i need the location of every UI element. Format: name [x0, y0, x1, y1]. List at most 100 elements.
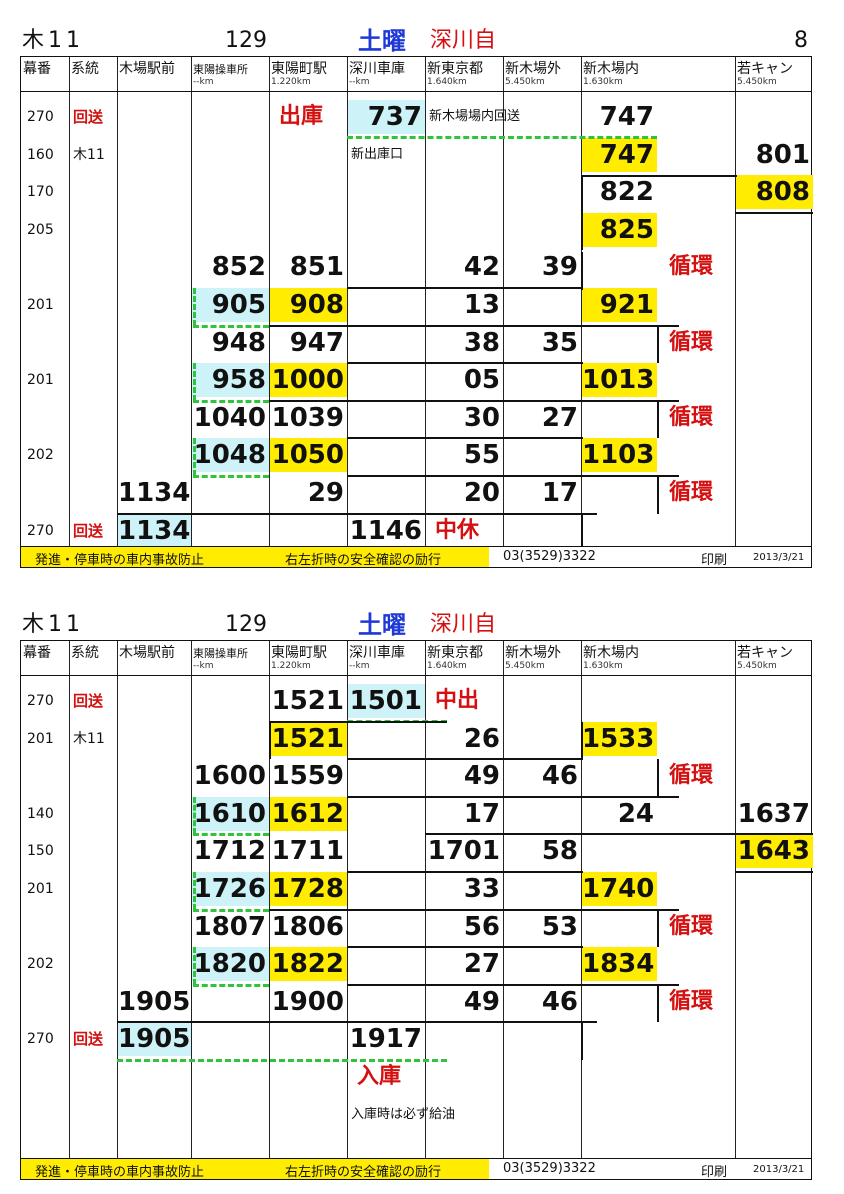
- route-line: [269, 908, 679, 911]
- time-cell: 747: [582, 137, 657, 172]
- transfer-dash: [193, 908, 269, 912]
- time-cell: 35: [541, 327, 578, 358]
- column-divider: [117, 641, 118, 1179]
- note-text: 新出庫口: [351, 146, 404, 162]
- loop-label: 循環: [669, 404, 714, 430]
- route-code: 150: [27, 843, 54, 860]
- column-distance: 1.630km: [583, 661, 623, 671]
- route-line: [347, 437, 583, 440]
- loop-label: 循環: [669, 988, 714, 1014]
- route-line: [347, 362, 583, 365]
- time-cell: 801: [755, 139, 810, 170]
- time-cell: 20: [463, 478, 500, 508]
- print-label: 印刷: [701, 1165, 728, 1180]
- time-cell: 1807: [193, 911, 266, 942]
- timetable-grid: 幕番 系統 木場駅前 東陽操車所 --km 東陽町駅 1.220km 深川車庫 --km 新東京都…: [20, 640, 813, 1180]
- time-cell: 46: [541, 986, 578, 1017]
- duty-number: 129: [225, 612, 267, 637]
- time-cell: 1711: [271, 836, 344, 867]
- time-cell: 1712: [193, 836, 266, 867]
- time-cell: 58: [541, 836, 578, 867]
- column-distance: --km: [193, 661, 214, 671]
- route-line: [117, 1021, 597, 1024]
- time-cell: 13: [463, 290, 500, 320]
- transfer-dash: [193, 833, 269, 837]
- route-line: [347, 983, 679, 986]
- route-line: [347, 475, 679, 477]
- time-cell: 851: [289, 252, 344, 283]
- column-header: 深川車庫: [349, 61, 405, 77]
- time-cell: 1820: [192, 947, 269, 982]
- transfer-dash: [193, 324, 269, 328]
- note-text: 入庫時は必ず給油: [351, 1106, 456, 1122]
- time-cell: 1822: [270, 947, 347, 982]
- time-cell: 1103: [582, 438, 657, 473]
- time-cell: 1521: [271, 686, 344, 716]
- route-code: 270: [27, 109, 54, 125]
- time-cell: 27: [541, 402, 578, 433]
- time-cell: 30: [463, 402, 500, 433]
- route-system: 回送: [73, 108, 104, 126]
- route-system: 木11: [73, 146, 105, 163]
- loop-label: 循環: [669, 254, 714, 280]
- route-line: [657, 476, 659, 514]
- time-cell: 55: [463, 440, 500, 471]
- route-system: 木11: [73, 730, 105, 747]
- loop-label: 循環: [669, 480, 714, 505]
- time-cell: 1905: [118, 1022, 191, 1057]
- time-cell: 53: [541, 911, 578, 942]
- column-header: 幕番: [23, 645, 51, 661]
- route-line: [657, 759, 659, 797]
- time-cell: 1039: [271, 402, 344, 433]
- route-line: [269, 720, 447, 723]
- time-cell: 1048: [192, 438, 269, 473]
- route-line: [581, 1022, 583, 1060]
- transfer-dash: [193, 983, 269, 987]
- route-line: [347, 871, 583, 873]
- column-header: 系統: [71, 61, 99, 77]
- safety-slogan-1: 発進・停車時の車内事故防止: [35, 1165, 205, 1180]
- time-cell: 05: [463, 365, 500, 396]
- column-header-row: 幕番 系統 木場駅前 東陽操車所 --km 東陽町駅 1.220km 深川車庫 --km 新東京都…: [21, 57, 811, 92]
- column-distance: 5.450km: [505, 661, 545, 671]
- depot-name: 深川自: [430, 612, 497, 637]
- route-line: [269, 399, 679, 402]
- time-cell: 1000: [270, 363, 347, 398]
- column-header: 東陽町駅: [271, 645, 327, 661]
- route-system: 回送: [73, 521, 104, 540]
- transfer-dash: [193, 475, 269, 478]
- print-date: 2013/3/21: [753, 552, 805, 563]
- footer-bar: 発進・停車時の車内事故防止 右左折時の安全確認の励行 03(3529)3322 印刷 2…: [21, 1158, 811, 1180]
- column-distance: 5.450km: [737, 661, 777, 671]
- time-cell: 1146: [349, 515, 422, 546]
- time-cell: 1521: [270, 721, 347, 756]
- time-cell: 1643: [736, 834, 813, 869]
- time-cell: 1806: [271, 911, 344, 942]
- column-header: 東陽操車所: [193, 63, 248, 76]
- time-cell: 1612: [270, 796, 347, 831]
- transfer-dash: [193, 872, 196, 910]
- time-cell: 1610: [192, 796, 269, 831]
- route-name: 木11: [22, 28, 84, 53]
- route-system: 回送: [73, 692, 104, 710]
- print-label: 印刷: [701, 553, 728, 568]
- safety-slogan-2: 右左折時の安全確認の励行: [285, 1165, 442, 1180]
- time-cell: 1740: [582, 872, 657, 906]
- timetable-grid: 幕番 系統 木場駅前 東陽操車所 --km 東陽町駅 1.220km 深川車庫 --km 新東京都…: [20, 56, 813, 568]
- print-date: 2013/3/21: [753, 1164, 805, 1175]
- time-cell: 56: [463, 911, 500, 942]
- time-cell: 1501: [348, 684, 425, 718]
- route-line: [735, 211, 813, 214]
- route-line: [347, 946, 583, 949]
- route-line: [657, 325, 659, 364]
- route-code: 201: [27, 372, 54, 389]
- time-cell: 1013: [582, 363, 657, 398]
- time-cell: 948: [211, 327, 266, 358]
- column-header: 新木場内: [583, 645, 639, 661]
- time-cell: 46: [541, 761, 578, 792]
- route-line: [581, 175, 583, 251]
- time-cell: 27: [463, 949, 500, 980]
- time-cell: 29: [307, 478, 344, 508]
- route-code: 270: [27, 522, 54, 539]
- route-code: 160: [27, 146, 54, 163]
